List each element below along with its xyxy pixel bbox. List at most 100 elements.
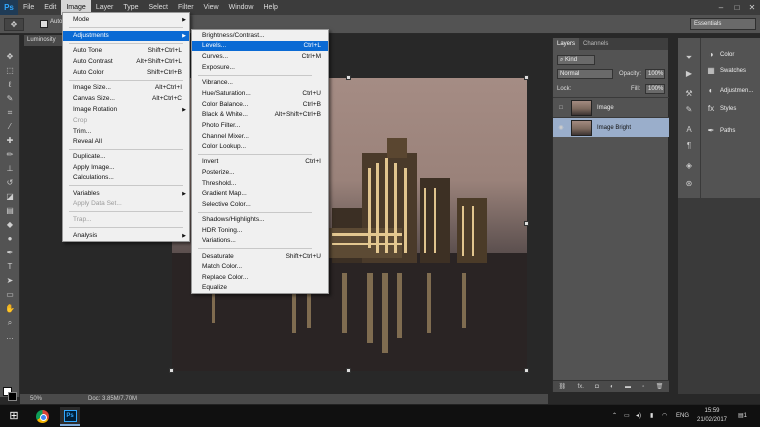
menu-item-calculations[interactable]: Calculations...	[63, 173, 189, 183]
system-clock[interactable]: 15:59 21/02/2017	[694, 407, 730, 425]
menu-item-vibrance[interactable]: Vibrance...	[192, 78, 328, 88]
menu-item-brightness-contrast[interactable]: Brightness/Contrast...	[192, 31, 328, 41]
menu-item-hue-saturation[interactable]: Hue/Saturation... Ctrl+U	[192, 89, 328, 99]
windows-start-icon[interactable]: ⊞	[8, 410, 20, 422]
more-tools-icon[interactable]: …	[2, 331, 18, 342]
adjustment-icon[interactable]: ◐	[610, 384, 614, 390]
quick-select-tool-icon[interactable]: ✎	[2, 93, 18, 104]
move-tool-icon[interactable]: ✥	[4, 18, 24, 31]
transform-handle-top[interactable]	[346, 75, 351, 80]
menu-item-match-color[interactable]: Match Color...	[192, 262, 328, 272]
menu-item-image-rotation[interactable]: Image Rotation ▶	[63, 105, 189, 115]
menu-item-posterize[interactable]: Posterize...	[192, 168, 328, 178]
dodge-tool-icon[interactable]: ●	[2, 233, 18, 244]
eraser-tool-icon[interactable]: ◪	[2, 191, 18, 202]
tray-expand-icon[interactable]: ⌃	[612, 405, 617, 427]
healing-brush-tool-icon[interactable]: ✚	[2, 135, 18, 146]
panel-paths[interactable]: ✒ Paths	[701, 122, 760, 140]
transform-handle-bottom-left[interactable]	[169, 368, 174, 373]
photoshop-taskbar-icon[interactable]: Ps	[60, 407, 80, 426]
menu-item-invert[interactable]: Invert Ctrl+I	[192, 157, 328, 167]
blend-mode-select[interactable]: Normal	[557, 69, 613, 79]
character-icon[interactable]: A	[681, 124, 697, 136]
menu-item-variables[interactable]: Variables ▶	[63, 189, 189, 199]
menu-item-mode[interactable]: Mode ▶	[63, 15, 189, 25]
menu-item-adjustments[interactable]: Adjustments ▶	[63, 31, 189, 41]
paragraph-icon[interactable]: ¶	[681, 140, 697, 152]
menu-item-image-size[interactable]: Image Size... Alt+Ctrl+I	[63, 83, 189, 93]
workspace-select[interactable]: Essentials	[690, 18, 756, 30]
layer-comps-icon[interactable]: ◈	[681, 160, 697, 172]
opacity-input[interactable]: 100%	[645, 69, 665, 79]
menu-item-replace-color[interactable]: Replace Color...	[192, 273, 328, 283]
trash-icon[interactable]: 🗑	[656, 383, 664, 390]
transform-handle-bottom-right[interactable]	[524, 368, 529, 373]
auto-select-checkbox[interactable]	[40, 20, 48, 28]
fx-icon[interactable]: fx.	[578, 384, 584, 390]
layer-row[interactable]: □ Image	[553, 97, 669, 117]
menu-item-color-balance[interactable]: Color Balance... Ctrl+B	[192, 100, 328, 110]
eye-icon[interactable]: ◉	[557, 124, 565, 132]
group-icon[interactable]: ▬	[625, 384, 631, 390]
hand-tool-icon[interactable]: ✋	[2, 303, 18, 314]
zoom-level[interactable]: 50%	[30, 394, 42, 404]
crop-tool-icon[interactable]: ⌗	[2, 107, 18, 118]
panel-styles[interactable]: fx Styles	[701, 100, 760, 118]
panel-adjustments[interactable]: ◐ Adjustmen...	[701, 82, 760, 100]
rectangle-tool-icon[interactable]: ▭	[2, 289, 18, 300]
layer-row[interactable]: ◉ Image Bright	[553, 117, 669, 137]
menu-item-equalize[interactable]: Equalize	[192, 283, 328, 293]
menu-item-desaturate[interactable]: Desaturate Shift+Ctrl+U	[192, 252, 328, 262]
menu-item-color-lookup[interactable]: Color Lookup...	[192, 142, 328, 152]
transform-handle-right[interactable]	[524, 221, 529, 226]
menu-item-canvas-size[interactable]: Canvas Size... Alt+Ctrl+C	[63, 94, 189, 104]
transform-handle-top-right[interactable]	[524, 75, 529, 80]
zoom-tool-icon[interactable]: ⌕	[2, 317, 18, 328]
tool-presets-icon[interactable]: ⚒	[681, 88, 697, 100]
menu-item-channel-mixer[interactable]: Channel Mixer...	[192, 132, 328, 142]
gradient-tool-icon[interactable]: ▤	[2, 205, 18, 216]
menu-item-threshold[interactable]: Threshold...	[192, 179, 328, 189]
close-icon[interactable]: ✕	[745, 0, 759, 15]
clone-stamp-tool-icon[interactable]: ⊥	[2, 163, 18, 174]
menu-item-variations[interactable]: Variations...	[192, 236, 328, 246]
fill-input[interactable]: 100%	[645, 84, 665, 94]
menu-item-analysis[interactable]: Analysis ▶	[63, 231, 189, 241]
3d-icon[interactable]: ⊛	[681, 178, 697, 190]
chrome-taskbar-icon[interactable]	[32, 407, 52, 426]
menu-item-auto-color[interactable]: Auto Color Shift+Ctrl+B	[63, 68, 189, 78]
menu-item-gradient-map[interactable]: Gradient Map...	[192, 189, 328, 199]
menu-item-apply-image[interactable]: Apply Image...	[63, 163, 189, 173]
minimize-icon[interactable]: –	[714, 0, 728, 15]
menu-item-shadows-highlights[interactable]: Shadows/Highlights...	[192, 215, 328, 225]
input-language[interactable]: ENG	[676, 405, 689, 427]
menu-window[interactable]: Window	[224, 0, 259, 15]
background-color-swatch[interactable]	[8, 392, 17, 401]
filter-kind-select[interactable]: ⌕ Kind	[557, 55, 595, 65]
mask-icon[interactable]: ◘	[595, 384, 599, 390]
transform-handle-bottom[interactable]	[346, 368, 351, 373]
notification-icon[interactable]: ▤1	[738, 405, 747, 427]
move-tool-icon[interactable]: ✥	[2, 51, 18, 62]
pen-tool-icon[interactable]: ✒	[2, 247, 18, 258]
type-tool-icon[interactable]: T	[2, 261, 18, 272]
wifi-icon[interactable]: ◠	[662, 405, 667, 427]
menu-help[interactable]: Help	[259, 0, 283, 15]
menu-item-auto-tone[interactable]: Auto Tone Shift+Ctrl+L	[63, 46, 189, 56]
tab-channels[interactable]: Channels	[579, 38, 612, 50]
link-icon[interactable]: ⛓	[559, 383, 567, 390]
menu-item-duplicate[interactable]: Duplicate...	[63, 152, 189, 162]
menu-edit[interactable]: Edit	[39, 0, 61, 15]
menu-item-photo-filter[interactable]: Photo Filter...	[192, 121, 328, 131]
brush-tool-icon[interactable]: ✏	[2, 149, 18, 160]
menu-item-black-white[interactable]: Black & White... Alt+Shift+Ctrl+B	[192, 110, 328, 120]
speaker-icon[interactable]: ◂)	[636, 405, 641, 427]
menu-item-levels[interactable]: Levels... Ctrl+L	[192, 41, 328, 51]
menu-item-selective-color[interactable]: Selective Color...	[192, 200, 328, 210]
menu-item-exposure[interactable]: Exposure...	[192, 63, 328, 73]
visibility-toggle[interactable]: □	[557, 104, 565, 112]
menu-item-auto-contrast[interactable]: Auto Contrast Alt+Shift+Ctrl+L	[63, 57, 189, 67]
history-icon[interactable]: ⏷	[681, 52, 697, 64]
eyedropper-tool-icon[interactable]: ⁄	[2, 121, 18, 132]
menu-view[interactable]: View	[199, 0, 224, 15]
